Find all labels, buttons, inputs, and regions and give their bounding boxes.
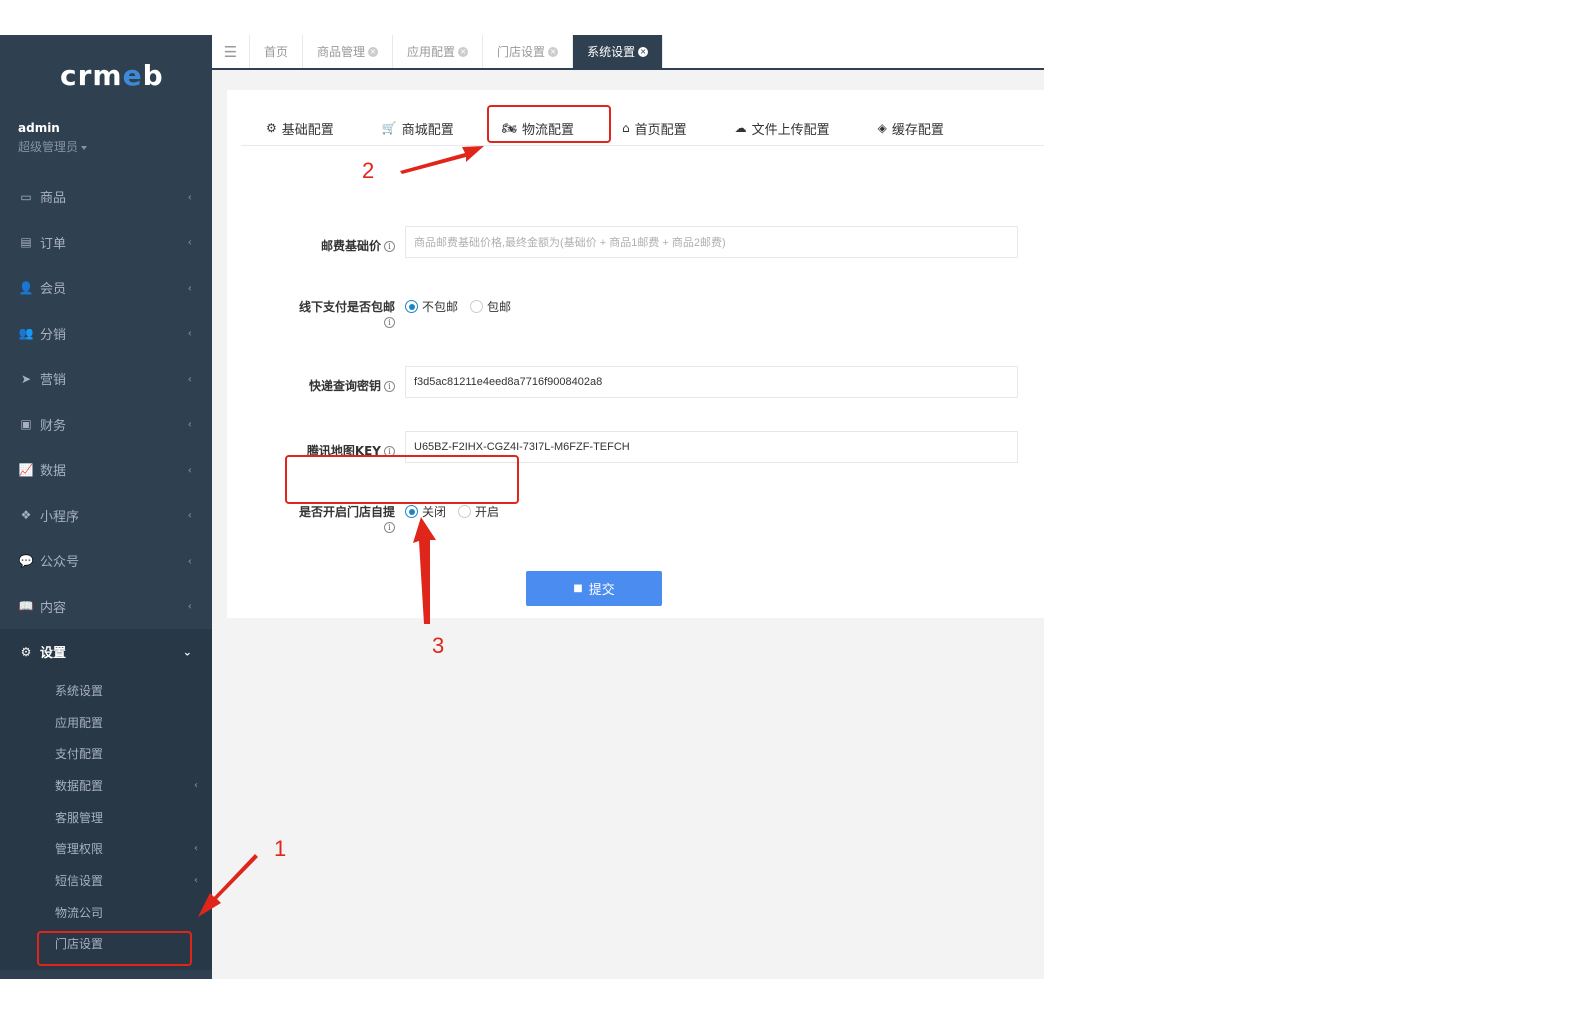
cart-icon: 🛒 (381, 121, 397, 135)
chevron-down-icon: ⌄ (182, 645, 192, 659)
sidebar-item-orders[interactable]: ▤ 订单 ‹ (0, 220, 212, 266)
offline-shipping-radio-group: 不包邮 包邮 (405, 298, 523, 315)
radio-no-free-shipping[interactable] (405, 300, 418, 313)
subtab-cache-config[interactable]: ◈ 缓存配置 (878, 110, 944, 146)
tab-home[interactable]: 首页 (250, 35, 304, 68)
chevron-left-icon: ‹ (187, 326, 192, 340)
submenu-item-permissions[interactable]: 管理权限 ‹ (0, 833, 212, 865)
gear-icon: ⚙ (20, 644, 32, 659)
tab-close-icon[interactable]: × (368, 46, 379, 57)
config-subtabs: ⚙ 基础配置 🛒 商城配置 🏍 物流配置 ⌂ 首页配置 ☁ 文件上传配置 ◈ 缓存配置 (241, 110, 1044, 146)
submit-button[interactable]: ■ 提交 (526, 571, 662, 606)
info-icon[interactable]: i (384, 317, 395, 328)
users-icon: 👥 (18, 326, 34, 341)
cloud-upload-icon: ☁ (734, 121, 747, 135)
crmeb-logo: crmeb (60, 59, 164, 92)
annotation-number-2: 2 (362, 158, 375, 183)
chevron-left-icon: ‹ (187, 235, 192, 249)
annotation-box-store-settings (37, 931, 192, 966)
sidebar-item-settings[interactable]: ⚙ 设置 ⌄ (0, 629, 212, 675)
sidebar-item-finance[interactable]: ▣ 财务 ‹ (0, 402, 212, 448)
hamburger-menu-icon[interactable]: ☰ (212, 35, 250, 68)
postage-label: 邮费基础价 i (277, 237, 395, 254)
sidebar-item-marketing[interactable]: ➤ 营销 ‹ (0, 356, 212, 402)
sidebar-item-distribution[interactable]: 👥 分销 ‹ (0, 311, 212, 357)
gear-icon: ⚙ (266, 121, 277, 135)
line-chart-icon: 📈 (18, 462, 34, 477)
cube-icon: ◈ (877, 121, 887, 135)
submenu-item-data-config[interactable]: 数据配置 ‹ (0, 770, 212, 802)
tab-system-settings[interactable]: 系统设置 × (573, 35, 664, 68)
chevron-left-icon: ‹ (187, 599, 192, 613)
page-tabbar: ☰ 首页 商品管理 × 应用配置 × 门店设置 × 系统设置 × (212, 35, 1044, 70)
submenu-item-logistics-company[interactable]: 物流公司 (0, 896, 212, 928)
tab-close-icon[interactable]: × (638, 46, 649, 57)
store-pickup-radio-group: 关闭 开启 (405, 503, 511, 520)
book-icon: 📖 (18, 599, 34, 614)
express-key-input[interactable]: f3d5ac81211e4eed8a7716f9008402a8 (405, 366, 1018, 398)
submenu-item-customer-service[interactable]: 客服管理 (0, 801, 212, 833)
chevron-left-icon: ‹ (187, 463, 192, 477)
sidebar-item-content[interactable]: 📖 内容 ‹ (0, 584, 212, 630)
chevron-left-icon: ‹ (187, 508, 192, 522)
info-icon[interactable]: i (384, 381, 395, 392)
sidebar-item-members[interactable]: 👤 会员 ‹ (0, 265, 212, 311)
offline-shipping-label: 线下支付是否包邮 i (298, 300, 395, 328)
home-icon: ⌂ (622, 121, 630, 135)
submenu-item-app-config[interactable]: 应用配置 (0, 706, 212, 738)
chevron-left-icon: ‹ (187, 554, 192, 568)
annotation-number-1: 1 (274, 836, 287, 861)
annotation-box-logistics-tab (487, 105, 611, 143)
chevron-left-icon: ‹ (187, 281, 192, 295)
submenu-item-system-settings[interactable]: 系统设置 (0, 675, 212, 707)
caret-down-icon (81, 145, 88, 150)
sidebar: crmeb admin 超级管理员 ▭ 商品 ‹ ▤ 订单 ‹ 👤 会员 ‹ 👥 分销 ‹ ➤ 营… (0, 35, 212, 979)
chevron-left-icon: ‹ (194, 779, 198, 791)
subtab-mall-config[interactable]: 🛒 商城配置 (382, 110, 454, 146)
annotation-number-3: 3 (432, 633, 445, 658)
list-icon: ▤ (20, 235, 32, 250)
cubes-icon: ❖ (20, 508, 32, 523)
subtab-basic-config[interactable]: ⚙ 基础配置 (266, 110, 334, 146)
chevron-left-icon: ‹ (187, 372, 192, 386)
express-key-label: 快递查询密钥 i (277, 377, 395, 394)
store-pickup-label: 是否开启门店自提 i (298, 505, 395, 533)
sidebar-item-data[interactable]: 📈 数据 ‹ (0, 447, 212, 493)
sidebar-item-miniprogram[interactable]: ❖ 小程序 ‹ (0, 493, 212, 539)
chevron-left-icon: ‹ (187, 417, 192, 431)
subtab-upload-config[interactable]: ☁ 文件上传配置 (735, 110, 830, 146)
chevron-left-icon: ‹ (194, 843, 198, 855)
radio-free-shipping[interactable] (470, 300, 484, 313)
laptop-icon: ▭ (20, 189, 32, 204)
submenu-item-sms-settings[interactable]: 短信设置 ‹ (0, 865, 212, 897)
radio-store-pickup-off[interactable] (405, 505, 418, 518)
info-icon[interactable]: i (384, 522, 395, 533)
tab-close-icon[interactable]: × (458, 46, 469, 57)
user-icon: 👤 (18, 280, 34, 295)
money-icon: ▣ (20, 417, 32, 432)
settings-submenu: 系统设置 应用配置 支付配置 数据配置 ‹ 客服管理 管理权限 ‹ 短信设置 ‹ 物流… (0, 674, 212, 970)
wechat-icon: 💬 (18, 553, 34, 568)
save-icon: ■ (573, 583, 583, 594)
chevron-left-icon: ‹ (194, 874, 198, 886)
user-name: admin (18, 121, 60, 135)
tab-store-settings[interactable]: 门店设置 × (483, 35, 574, 68)
config-panel: ⚙ 基础配置 🛒 商城配置 🏍 物流配置 ⌂ 首页配置 ☁ 文件上传配置 ◈ 缓存配置 邮费… (227, 90, 1044, 618)
subtab-home-config[interactable]: ⌂ 首页配置 (622, 110, 687, 146)
info-icon[interactable]: i (384, 241, 395, 252)
send-icon: ➤ (20, 371, 32, 386)
sidebar-item-official-account[interactable]: 💬 公众号 ‹ (0, 538, 212, 584)
tab-app-config[interactable]: 应用配置 × (393, 35, 484, 68)
app-window: crmeb admin 超级管理员 ▭ 商品 ‹ ▤ 订单 ‹ 👤 会员 ‹ 👥 分销 ‹ ➤ 营… (0, 35, 1044, 979)
sidebar-item-goods[interactable]: ▭ 商品 ‹ (0, 174, 212, 220)
radio-store-pickup-on[interactable] (458, 505, 472, 518)
submenu-item-payment-config[interactable]: 支付配置 (0, 738, 212, 770)
tab-close-icon[interactable]: × (548, 46, 559, 57)
sidebar-nav: ▭ 商品 ‹ ▤ 订单 ‹ 👤 会员 ‹ 👥 分销 ‹ ➤ 营销 ‹ ▣ 财务 ‹ 📈 数据 ‹ ❖ 小程序 ‹… (0, 174, 212, 970)
user-role-dropdown[interactable]: 超级管理员 (18, 138, 88, 155)
postage-input[interactable]: 商品邮费基础价格,最终金额为(基础价 + 商品1邮费 + 商品2邮费) (405, 226, 1018, 258)
annotation-box-store-pickup (285, 455, 519, 504)
tab-goods-management[interactable]: 商品管理 × (303, 35, 394, 68)
chevron-left-icon: ‹ (187, 190, 192, 204)
